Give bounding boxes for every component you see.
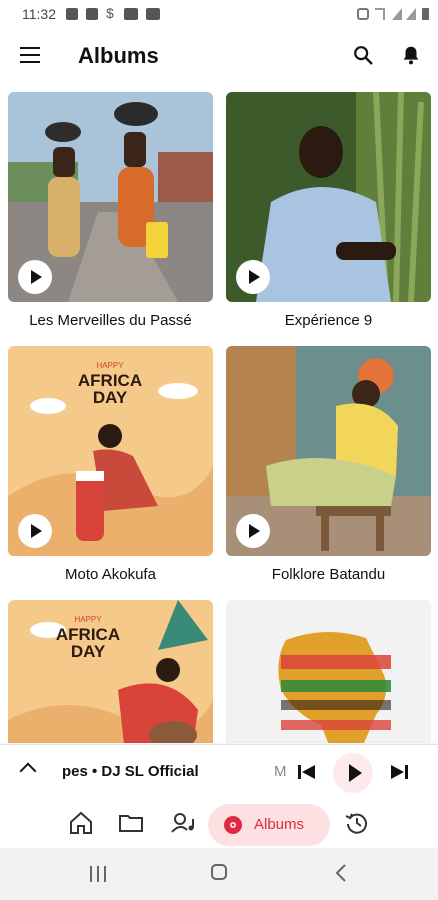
chevron-up-icon[interactable] <box>19 762 37 780</box>
mini-player[interactable]: pes • DJ SL Official M <box>0 744 438 801</box>
folder-icon[interactable] <box>118 810 144 836</box>
calendar-icon <box>86 8 98 20</box>
image-icon <box>146 8 160 20</box>
bottom-nav: Albums <box>0 800 438 848</box>
play-pause-button[interactable] <box>333 753 373 793</box>
menu-icon[interactable] <box>20 47 40 65</box>
album-grid: Les Merveilles du Passé Expérience 9 HAP… <box>0 88 438 743</box>
artist-icon[interactable] <box>170 810 196 836</box>
album-title: Les Merveilles du Passé <box>29 312 192 329</box>
signal-icon <box>392 8 402 20</box>
signal-icon-2 <box>406 8 416 20</box>
album-art[interactable] <box>8 92 213 302</box>
svg-text:DAY: DAY <box>93 388 128 407</box>
svg-text:HAPPY: HAPPY <box>74 615 102 624</box>
album-card-africa-map[interactable] <box>226 600 431 743</box>
status-time: 11:32 <box>22 6 56 22</box>
home-icon[interactable] <box>68 810 94 836</box>
play-button[interactable] <box>18 514 52 548</box>
history-icon[interactable] <box>344 810 370 836</box>
system-nav-bar <box>0 848 438 900</box>
album-card-moto-akokufa[interactable]: HAPPY AFRICA DAY Moto Akokufa <box>8 346 213 583</box>
skip-previous-icon[interactable] <box>298 764 316 780</box>
nav-albums-tab[interactable]: Albums <box>208 804 330 846</box>
recents-icon[interactable] <box>88 865 108 883</box>
album-title: Folklore Batandu <box>271 566 386 583</box>
album-art[interactable] <box>226 92 431 302</box>
app-bar: Albums <box>0 30 438 82</box>
message-icon <box>66 8 78 20</box>
album-art[interactable]: HAPPY AFRICA DAY <box>8 346 213 556</box>
album-card-experience-9[interactable]: Expérience 9 <box>226 92 431 329</box>
album-title: Expérience 9 <box>284 312 373 329</box>
album-art-africa-map <box>278 632 391 743</box>
play-button[interactable] <box>18 260 52 294</box>
play-button[interactable] <box>236 260 270 294</box>
album-art-africa-day-drummer: HAPPY AFRICA DAY <box>8 600 213 743</box>
home-button-icon[interactable] <box>211 864 227 880</box>
status-bar: 11:32 $ <box>0 0 438 30</box>
battery-icon <box>422 8 429 20</box>
album-disc-icon <box>224 816 242 834</box>
now-playing-track[interactable]: pes • DJ SL Official <box>62 763 202 780</box>
skip-next-icon[interactable] <box>390 764 408 780</box>
alarm-icon <box>357 8 369 20</box>
album-art[interactable]: HAPPY AFRICA DAY <box>8 600 213 743</box>
search-icon[interactable] <box>352 44 374 66</box>
dollar-icon: $ <box>106 5 114 21</box>
youtube-icon <box>124 8 138 20</box>
play-button[interactable] <box>236 514 270 548</box>
album-title: Moto Akokufa <box>65 566 156 583</box>
vibrate-icon <box>375 8 385 20</box>
now-playing-next-text: M <box>274 763 287 780</box>
back-icon[interactable] <box>335 864 347 882</box>
album-card-africa-day[interactable]: HAPPY AFRICA DAY <box>8 600 213 743</box>
svg-text:DAY: DAY <box>71 642 106 661</box>
album-card-les-merveilles[interactable]: Les Merveilles du Passé <box>8 92 213 329</box>
bell-icon[interactable] <box>400 44 422 66</box>
album-art[interactable] <box>226 346 431 556</box>
svg-text:HAPPY: HAPPY <box>96 361 124 370</box>
nav-albums-label: Albums <box>254 816 305 833</box>
page-title: Albums <box>78 43 159 68</box>
album-card-folklore-batandu[interactable]: Folklore Batandu <box>226 346 431 583</box>
album-art[interactable] <box>226 600 431 743</box>
